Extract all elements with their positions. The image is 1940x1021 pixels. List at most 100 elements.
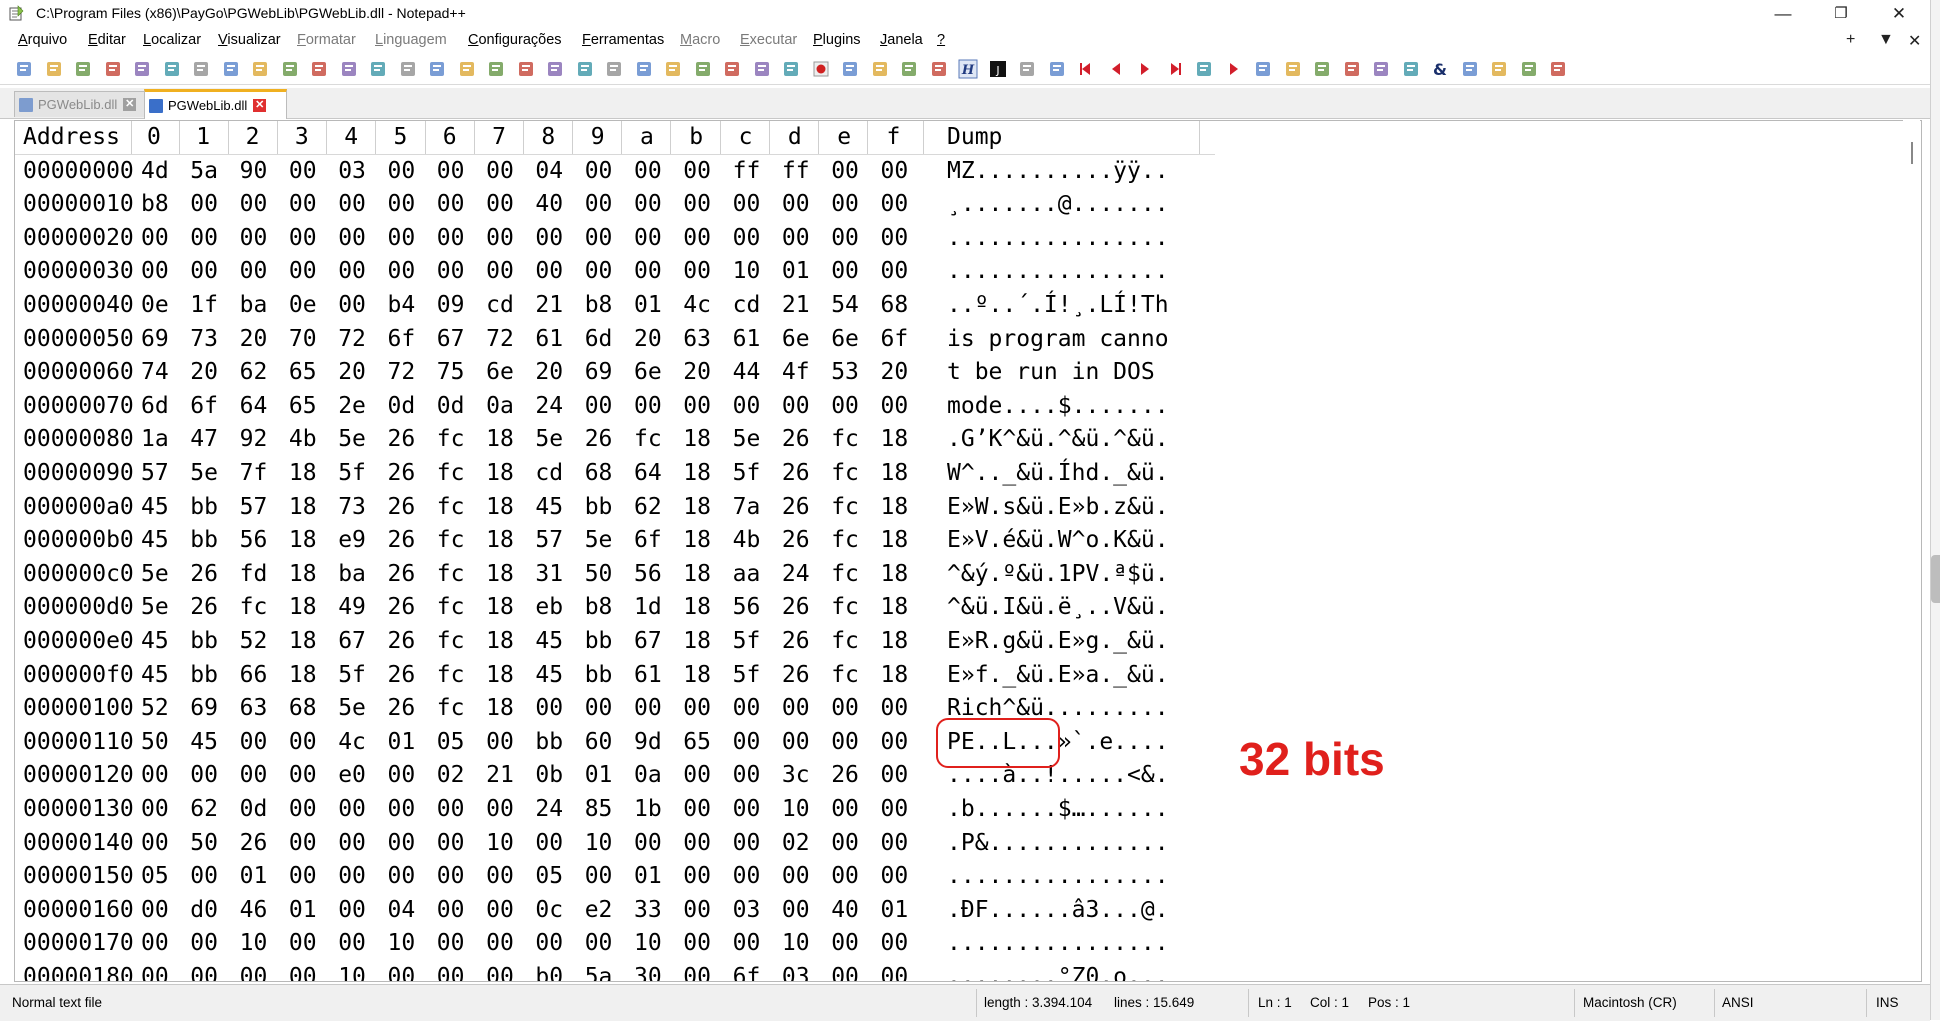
row-dump[interactable]: t be run in DOS: [947, 356, 1237, 390]
hex-byte[interactable]: 00: [240, 726, 274, 760]
arrow-left-icon[interactable]: [1489, 59, 1509, 79]
hex-byte[interactable]: 00: [831, 255, 865, 289]
menu-item[interactable]: Localizar: [143, 32, 201, 48]
hex-row[interactable]: 00000040 0e 1f ba 0e 00 b4 09 cd 21 b8 01 4c cd 21 54 68…: [15, 289, 1215, 323]
row-dump[interactable]: ................: [947, 860, 1237, 894]
hex-byte[interactable]: b8: [585, 289, 619, 323]
hex-byte[interactable]: 73: [190, 323, 224, 357]
row-dump[interactable]: ..º..´.Í!¸.LÍ!Th: [947, 289, 1237, 323]
hex-byte[interactable]: 44: [733, 356, 767, 390]
hex-byte[interactable]: 69: [190, 692, 224, 726]
hex-byte[interactable]: 00: [634, 692, 668, 726]
replace-icon[interactable]: [398, 59, 418, 79]
paste-icon[interactable]: [280, 59, 300, 79]
play-macro-icon[interactable]: [870, 59, 890, 79]
hex-byte[interactable]: 00: [782, 390, 816, 424]
hex-byte[interactable]: 00: [289, 255, 323, 289]
hex-byte[interactable]: 00: [831, 188, 865, 222]
hex-byte[interactable]: 00: [831, 927, 865, 961]
hex-row[interactable]: 00000080 1a 47 92 4b 5e 26 fc 18 5e 26 fc 18 5e 26 fc 18…: [15, 423, 1215, 457]
search-doc-icon[interactable]: [1371, 59, 1391, 79]
hex-byte[interactable]: 00: [634, 222, 668, 256]
hex-byte[interactable]: 00: [831, 793, 865, 827]
hex-byte[interactable]: 67: [634, 625, 668, 659]
hex-byte[interactable]: 01: [634, 860, 668, 894]
hex-byte[interactable]: 04: [388, 894, 422, 928]
hex-byte[interactable]: 45: [535, 659, 569, 693]
hex-row[interactable]: 00000010 b8 00 00 00 00 00 00 00 40 00 00 00 00 00 00 00…: [15, 188, 1215, 222]
hex-byte[interactable]: 00: [190, 255, 224, 289]
tab-pgweblib-2[interactable]: PGWebLib.dll ✕: [144, 89, 287, 119]
hex-byte[interactable]: 0d: [240, 793, 274, 827]
hex-byte[interactable]: 45: [141, 625, 175, 659]
hex-byte[interactable]: 73: [338, 491, 372, 525]
hex-row[interactable]: 00000060 74 20 62 65 20 72 75 6e 20 69 6e 20 44 4f 53 20…: [15, 356, 1215, 390]
hex-byte[interactable]: 6e: [634, 356, 668, 390]
hex-byte[interactable]: 18: [881, 524, 915, 558]
hex-byte[interactable]: 6f: [190, 390, 224, 424]
hex-byte[interactable]: 00: [585, 222, 619, 256]
hex-byte[interactable]: fc: [437, 558, 471, 592]
hex-byte[interactable]: 00: [338, 793, 372, 827]
hex-row[interactable]: 000000a0 45 bb 57 18 73 26 fc 18 45 bb 62 18 7a 26 fc 18…: [15, 491, 1215, 525]
row-dump[interactable]: .P&.............: [947, 827, 1237, 861]
row-dump[interactable]: W^.._&ü.Íhd._&ü.: [947, 457, 1237, 491]
hex-byte[interactable]: 00: [881, 927, 915, 961]
hex-byte[interactable]: 4d: [141, 155, 175, 189]
hex-byte[interactable]: 21: [486, 759, 520, 793]
hex-byte[interactable]: 4f: [782, 356, 816, 390]
hex-byte[interactable]: 00: [437, 827, 471, 861]
hex-byte[interactable]: 18: [289, 524, 323, 558]
hex-byte[interactable]: 00: [240, 222, 274, 256]
hex-byte[interactable]: 01: [388, 726, 422, 760]
hex-byte[interactable]: 72: [338, 323, 372, 357]
hex-byte[interactable]: 26: [782, 659, 816, 693]
hex-byte[interactable]: 68: [881, 289, 915, 323]
hex-byte[interactable]: 24: [535, 793, 569, 827]
print-icon[interactable]: [191, 59, 211, 79]
hex-byte[interactable]: 6f: [881, 323, 915, 357]
hex-byte[interactable]: 00: [388, 961, 422, 981]
plugin-icon[interactable]: [1017, 59, 1037, 79]
hex-byte[interactable]: 00: [141, 827, 175, 861]
hex-byte[interactable]: 00: [585, 188, 619, 222]
hex-byte[interactable]: fc: [437, 491, 471, 525]
hex-byte[interactable]: 64: [634, 457, 668, 491]
hex-byte[interactable]: 09: [437, 289, 471, 323]
hex-byte[interactable]: 26: [388, 558, 422, 592]
menu-item[interactable]: Macro: [680, 32, 720, 48]
no-amp-icon[interactable]: [1460, 59, 1480, 79]
hex-byte[interactable]: bb: [190, 524, 224, 558]
hex-byte[interactable]: 00: [486, 726, 520, 760]
minimize-button[interactable]: —: [1754, 0, 1812, 28]
hex-byte[interactable]: 05: [437, 726, 471, 760]
hex-byte[interactable]: 00: [190, 188, 224, 222]
row-dump[interactable]: mode....$.......: [947, 390, 1237, 424]
hex-row[interactable]: 000000b0 45 bb 56 18 e9 26 fc 18 57 5e 6f 18 4b 26 fc 18…: [15, 524, 1215, 558]
hex-byte[interactable]: 0e: [289, 289, 323, 323]
hex-byte[interactable]: 00: [437, 927, 471, 961]
hex-byte[interactable]: 00: [240, 255, 274, 289]
row-dump[interactable]: ^&ü.I&ü.ë¸..V&ü.: [947, 591, 1237, 625]
hex-byte[interactable]: 00: [733, 188, 767, 222]
hex-byte[interactable]: 75: [437, 356, 471, 390]
hex-byte[interactable]: 31: [535, 558, 569, 592]
hex-byte[interactable]: 40: [535, 188, 569, 222]
hex-byte[interactable]: fc: [831, 558, 865, 592]
hex-byte[interactable]: 85: [585, 793, 619, 827]
hex-byte[interactable]: 00: [289, 188, 323, 222]
hex-byte[interactable]: 18: [683, 558, 717, 592]
hex-byte[interactable]: 56: [240, 524, 274, 558]
hex-byte[interactable]: 00: [881, 155, 915, 189]
hex-byte[interactable]: 26: [388, 457, 422, 491]
hex-byte[interactable]: 18: [486, 591, 520, 625]
hex-byte[interactable]: 26: [782, 457, 816, 491]
hex-byte[interactable]: 5e: [733, 423, 767, 457]
row-dump[interactable]: is program canno: [947, 323, 1237, 357]
hex-byte[interactable]: 18: [486, 625, 520, 659]
next-icon[interactable]: [1135, 59, 1155, 79]
close-window-button[interactable]: ✕: [1870, 0, 1928, 28]
hex-byte[interactable]: 7f: [240, 457, 274, 491]
hex-byte[interactable]: bb: [585, 491, 619, 525]
hex-byte[interactable]: 00: [338, 894, 372, 928]
